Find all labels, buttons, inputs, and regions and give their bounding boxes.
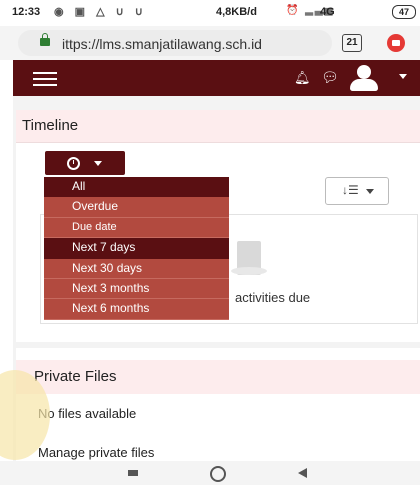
- timeline-filter-button[interactable]: [45, 151, 125, 175]
- system-navigation-bar: [0, 461, 420, 485]
- user-menu-caret-icon[interactable]: [399, 74, 407, 79]
- notification-icons: ◉ ▣ △ ∪ ∪: [54, 6, 147, 18]
- clock-icon: [67, 157, 80, 170]
- dropdown-item-all[interactable]: All: [44, 177, 229, 198]
- dropdown-item-next-6-months[interactable]: Next 6 months: [44, 299, 229, 320]
- messages-chat-icon[interactable]: 💬︎: [321, 69, 339, 86]
- empty-state-text: activities due: [235, 290, 311, 305]
- recent-apps-icon[interactable]: [128, 470, 138, 476]
- dropdown-item-due-date[interactable]: Due date: [44, 217, 229, 239]
- no-files-text: No files available: [38, 406, 137, 421]
- dropdown-item-next-7-days[interactable]: Next 7 days: [44, 238, 229, 259]
- chevron-down-icon: [366, 189, 374, 194]
- private-files-header: Private Files: [16, 360, 420, 394]
- sort-icon: ↓☰: [342, 183, 359, 197]
- timeline-filter-dropdown: All Overdue Due date Next 7 days Next 30…: [44, 177, 229, 320]
- back-icon[interactable]: [298, 468, 307, 478]
- sort-button[interactable]: ↓☰: [325, 177, 389, 205]
- hamburger-menu-icon[interactable]: [33, 72, 57, 86]
- chevron-down-icon: [94, 161, 102, 166]
- browser-toolbar: ittps://lms.smanjatilawang.sch.id 21: [0, 26, 420, 60]
- lock-icon: [40, 33, 50, 46]
- private-files-block: Private Files No files available Manage …: [16, 348, 420, 461]
- url-text[interactable]: ittps://lms.smanjatilawang.sch.id: [62, 36, 262, 52]
- home-icon[interactable]: [210, 466, 226, 482]
- browser-menu-icon[interactable]: [387, 34, 405, 52]
- dropdown-item-next-3-months[interactable]: Next 3 months: [44, 278, 229, 300]
- user-avatar-icon[interactable]: [346, 62, 382, 94]
- dropdown-item-overdue[interactable]: Overdue: [44, 197, 229, 218]
- network-type: 4G: [320, 6, 335, 18]
- empty-illustration-icon: [231, 241, 267, 275]
- manage-private-files-link[interactable]: Manage private files: [38, 445, 154, 460]
- timeline-title: Timeline: [22, 117, 79, 134]
- tab-switcher-button[interactable]: 21: [342, 34, 362, 52]
- dropdown-item-next-30-days[interactable]: Next 30 days: [44, 258, 229, 279]
- battery-indicator: 47: [392, 5, 416, 19]
- address-bar[interactable]: ittps://lms.smanjatilawang.sch.id: [18, 30, 332, 56]
- notifications-bell-icon[interactable]: 🔔︎: [294, 70, 311, 86]
- app-navbar: 🔔︎ 💬︎: [13, 60, 420, 96]
- private-files-title: Private Files: [34, 368, 117, 385]
- network-speed: 4,8KB/d: [216, 6, 257, 18]
- status-bar: 12:33 ◉ ▣ △ ∪ ∪ 4,8KB/d ⏰ ▂▃▅ 4G 47: [0, 0, 420, 26]
- status-time: 12:33: [12, 6, 41, 18]
- timeline-header: Timeline: [16, 110, 420, 143]
